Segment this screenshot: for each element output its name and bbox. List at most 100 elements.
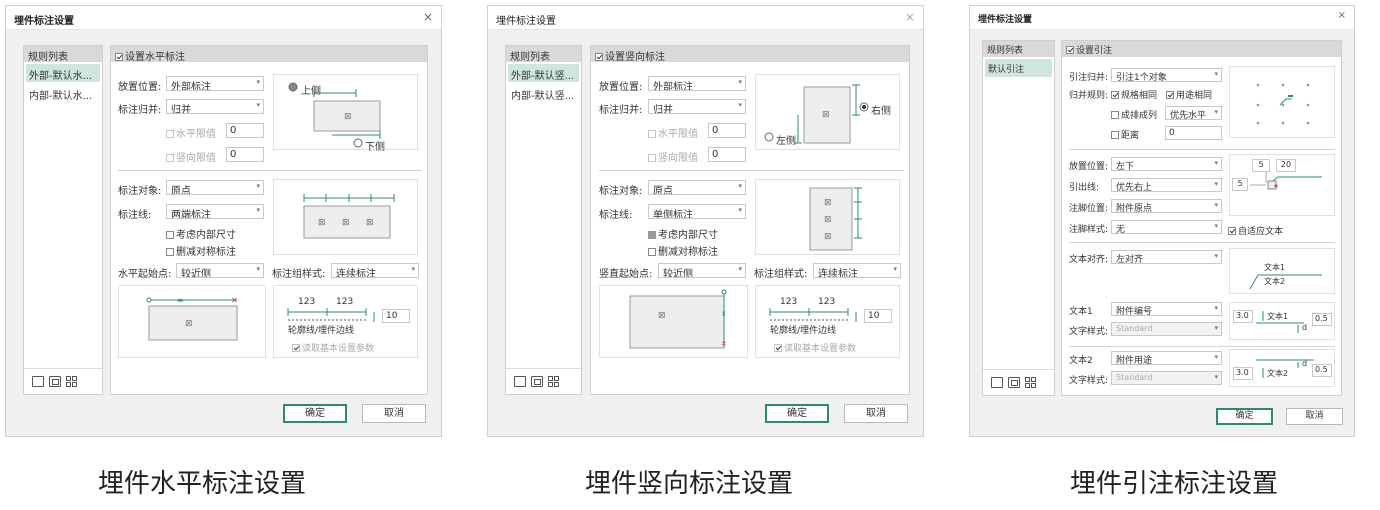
foot-pos-select[interactable]: 附件原点 [1111, 199, 1222, 213]
priority-select[interactable]: 优先水平 [1165, 106, 1222, 120]
top-side-label: 上侧 [301, 86, 321, 97]
line-select[interactable]: 单侧标注 [648, 204, 746, 219]
start-preview: ⇼ ✕ ⊠ [118, 285, 266, 358]
v-limit-input[interactable]: 0 [226, 147, 264, 162]
text2-label: 文本2 [1069, 356, 1093, 366]
add-rule-icon[interactable] [514, 376, 526, 387]
style2-select[interactable]: Standard [1111, 371, 1222, 385]
rule-list-header: 规则列表 [506, 46, 581, 63]
t2-gap-input[interactable]: 3.0 [1233, 367, 1253, 380]
foot-style-select[interactable]: 无 [1111, 220, 1222, 234]
dialog-title: 埋件标注设置 [496, 16, 556, 27]
placement-select[interactable]: 外部标注 [166, 76, 264, 91]
titlebar[interactable]: 埋件标注设置 × [6, 6, 441, 30]
preview-input-5b[interactable]: 5 [1232, 178, 1248, 191]
start-label: 水平起始点: [118, 269, 172, 280]
group-select[interactable]: 连续标注 [331, 263, 419, 278]
section-header[interactable]: 设置引注 [1062, 41, 1341, 57]
text2-select[interactable]: 附件用途 [1111, 351, 1222, 365]
left-side-label: 左侧 [776, 136, 796, 147]
v-limit-check[interactable]: 竖向限值 [648, 149, 698, 164]
cancel-button[interactable]: 取消 [1286, 408, 1343, 425]
section-checkbox[interactable] [595, 53, 603, 61]
target-select[interactable]: 原点 [648, 180, 746, 195]
rule-item[interactable]: 默认引注 [985, 59, 1052, 77]
grid-icon[interactable] [548, 376, 560, 387]
same-spec-check[interactable]: 规格相同 [1111, 88, 1157, 101]
cancel-button[interactable]: 取消 [844, 404, 908, 423]
del-sym-check[interactable]: 删减对称标注 [648, 243, 718, 258]
group-label: 标注组样式: [754, 269, 808, 280]
inner-dim-check[interactable]: 考虑内部尺寸 [648, 226, 718, 241]
offset-input[interactable]: 10 [864, 309, 892, 323]
svg-text:⊠: ⊠ [822, 110, 830, 120]
t1-gap-input[interactable]: 3.0 [1233, 310, 1253, 323]
h-limit-check[interactable]: 水平限值 [648, 125, 698, 140]
ok-button[interactable]: 确定 [1216, 408, 1273, 425]
inner-dim-check[interactable]: 考虑内部尺寸 [166, 226, 236, 241]
add-rule-icon[interactable] [32, 376, 44, 387]
row-col-check[interactable]: 成排成列 [1111, 108, 1157, 121]
titlebar[interactable]: 埋件标注设置 × [970, 6, 1354, 30]
h-limit-check[interactable]: 水平限值 [166, 125, 216, 140]
group-select[interactable]: 连续标注 [813, 263, 901, 278]
text1-select[interactable]: 附件编号 [1111, 302, 1222, 316]
h-limit-label: 水平限值 [658, 129, 698, 140]
section-checkbox[interactable] [1066, 46, 1074, 54]
copy-rule-icon[interactable] [49, 376, 61, 387]
add-rule-icon[interactable] [991, 377, 1003, 388]
preview-input-20[interactable]: 20 [1276, 159, 1296, 172]
ok-button[interactable]: 确定 [283, 404, 347, 423]
h-limit-input[interactable]: 0 [226, 123, 264, 138]
preview-input-5a[interactable]: 5 [1252, 159, 1270, 172]
section-header[interactable]: 设置水平标注 [111, 46, 427, 63]
distance-input[interactable]: 0 [1165, 126, 1222, 140]
dim-number-b: 123 [818, 297, 836, 307]
placement-select[interactable]: 外部标注 [648, 76, 746, 91]
rule-item[interactable]: 外部-默认水... [26, 64, 100, 82]
rule-toolbar [506, 368, 581, 394]
offset-input[interactable]: 10 [382, 309, 410, 323]
merge-select[interactable]: 归并 [166, 99, 264, 114]
t1-off-input[interactable]: 0.5 [1312, 313, 1332, 326]
line-preview: ⊠ ⊠ ⊠ [755, 179, 900, 255]
t2-off-input[interactable]: 0.5 [1312, 364, 1332, 377]
align-select[interactable]: 左对齐 [1111, 250, 1222, 264]
rule-item[interactable]: 外部-默认竖... [508, 64, 579, 82]
read-basic-check[interactable]: 读取基本设置参数 [774, 341, 856, 354]
v-limit-check[interactable]: 竖向限值 [166, 149, 216, 164]
section-checkbox[interactable] [115, 53, 123, 61]
close-icon[interactable]: × [905, 10, 915, 24]
close-icon[interactable]: × [423, 10, 433, 24]
target-label: 标注对象: [599, 186, 643, 197]
contour-label: 轮廓线/埋件边线 [770, 326, 837, 336]
svg-text:✕: ✕ [231, 296, 238, 305]
close-icon[interactable]: × [1338, 10, 1346, 21]
rule-item[interactable]: 内部-默认水... [26, 84, 100, 102]
start-select[interactable]: 较近侧 [658, 263, 746, 278]
auto-text-check[interactable]: 自适应文本 [1228, 224, 1283, 237]
target-select[interactable]: 原点 [166, 180, 264, 195]
merge-select[interactable]: 归并 [648, 99, 746, 114]
same-use-check[interactable]: 用途相同 [1166, 88, 1212, 101]
grid-icon[interactable] [1025, 377, 1037, 388]
cancel-button[interactable]: 取消 [362, 404, 426, 423]
leader-select[interactable]: 优先右上 [1111, 178, 1222, 192]
ok-button[interactable]: 确定 [765, 404, 829, 423]
titlebar[interactable]: 埋件标注设置 × [488, 6, 923, 30]
read-basic-check[interactable]: 读取基本设置参数 [292, 341, 374, 354]
v-limit-input[interactable]: 0 [708, 147, 746, 162]
line-select[interactable]: 两端标注 [166, 204, 264, 219]
rule-item[interactable]: 内部-默认竖... [508, 84, 579, 102]
placement-select[interactable]: 左下 [1111, 157, 1222, 171]
copy-rule-icon[interactable] [531, 376, 543, 387]
copy-rule-icon[interactable] [1008, 377, 1020, 388]
h-limit-input[interactable]: 0 [708, 123, 746, 138]
leader-merge-select[interactable]: 引注1个对象 [1111, 68, 1222, 82]
start-select[interactable]: 较近侧 [176, 263, 264, 278]
distance-check[interactable]: 距离 [1111, 128, 1139, 141]
section-header[interactable]: 设置竖向标注 [591, 46, 909, 63]
del-sym-check[interactable]: 删减对称标注 [166, 243, 236, 258]
style1-select[interactable]: Standard [1111, 322, 1222, 336]
grid-icon[interactable] [66, 376, 78, 387]
